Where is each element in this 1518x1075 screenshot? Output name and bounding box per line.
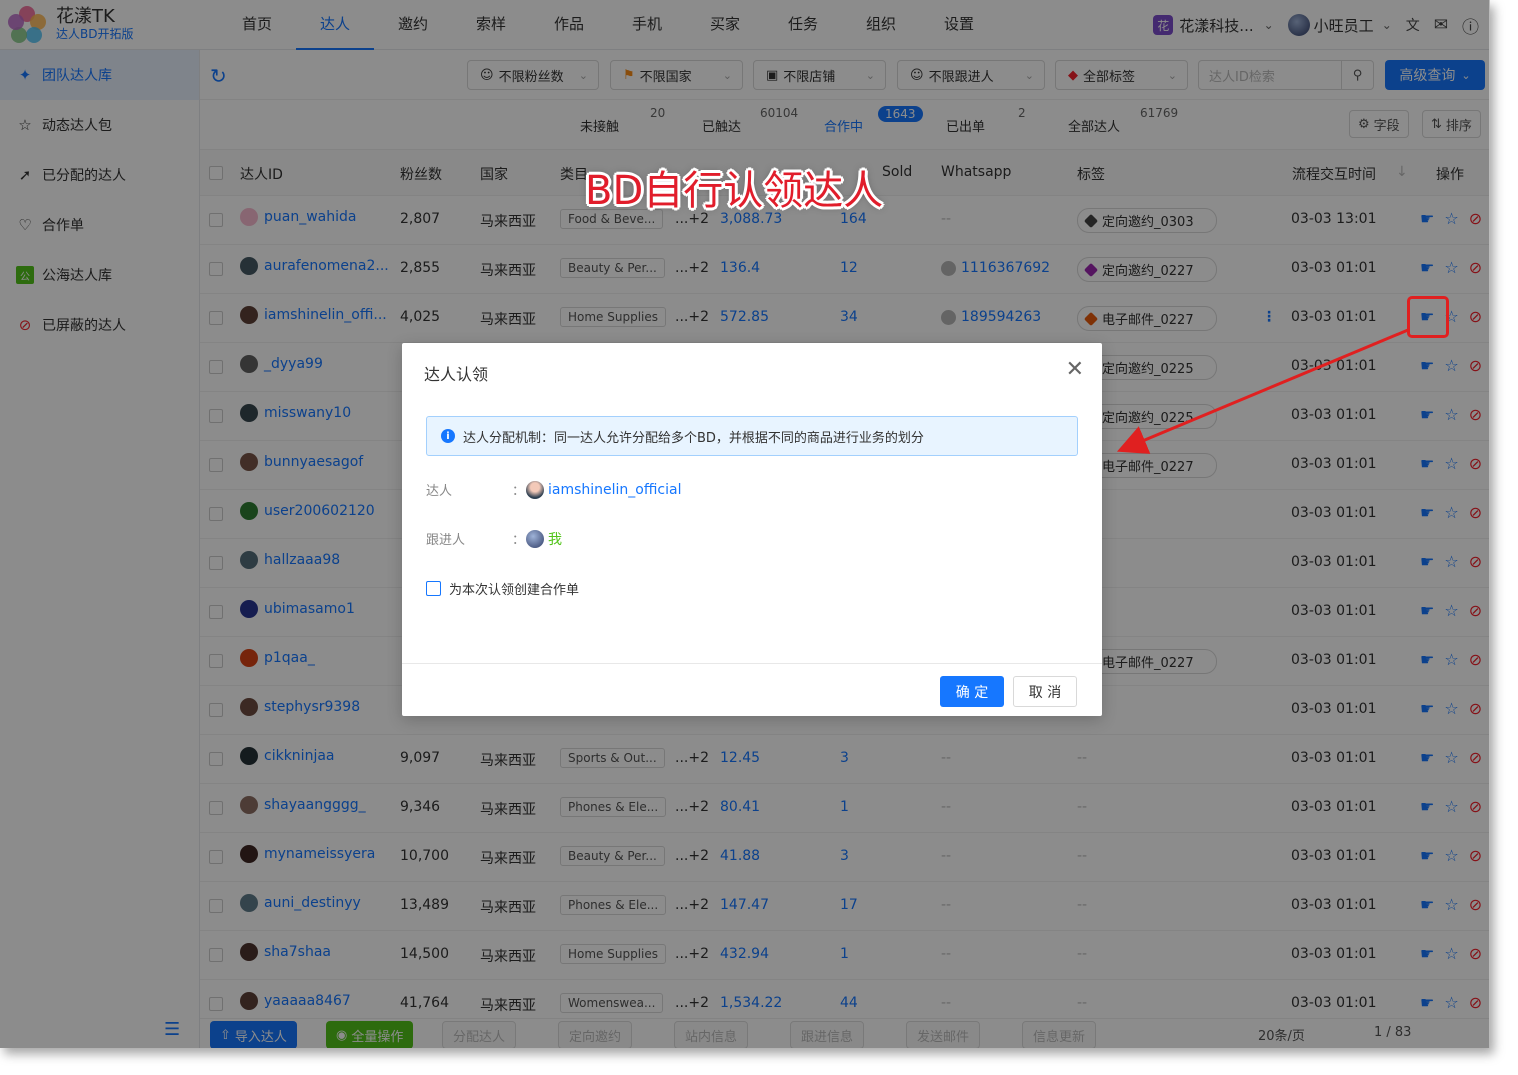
checkbox[interactable] [426, 581, 441, 596]
follower-label: 跟进人 [426, 533, 466, 548]
info-icon: i [441, 429, 455, 443]
avatar [526, 529, 544, 548]
claim-creator-dialog: 达人认领 ✕ i 达人分配机制：同一达人允许分配给多个BD，并根据不同的商品进行… [402, 343, 1102, 716]
cancel-button[interactable]: 取 消 [1013, 676, 1077, 707]
annotation-title: BD自行认领达人 [585, 168, 884, 214]
avatar [526, 480, 544, 499]
follower-row: 跟进人 ： 我 [426, 529, 562, 548]
field-colon: ： [512, 484, 526, 499]
create-cooperation-checkbox[interactable]: 为本次认领创建合作单 [426, 579, 579, 598]
follower-value: 我 [548, 531, 562, 548]
creator-link[interactable]: iamshinelin_official [548, 482, 681, 498]
close-icon[interactable]: ✕ [1066, 357, 1084, 382]
assignment-notice: i 达人分配机制：同一达人允许分配给多个BD，并根据不同的商品进行业务的划分 [426, 416, 1078, 456]
confirm-button[interactable]: 确 定 [940, 676, 1004, 707]
creator-row: 达人 ： iamshinelin_official [426, 480, 681, 499]
dialog-footer: 确 定 取 消 [402, 663, 1102, 716]
creator-label: 达人 [426, 484, 453, 499]
dialog-title: 达人认领 [424, 365, 489, 384]
annotation-highlight-box [1407, 296, 1449, 338]
notice-text: 达人分配机制：同一达人允许分配给多个BD，并根据不同的商品进行业务的划分 [463, 430, 924, 446]
field-colon: ： [512, 533, 526, 548]
checkbox-label: 为本次认领创建合作单 [449, 583, 580, 598]
